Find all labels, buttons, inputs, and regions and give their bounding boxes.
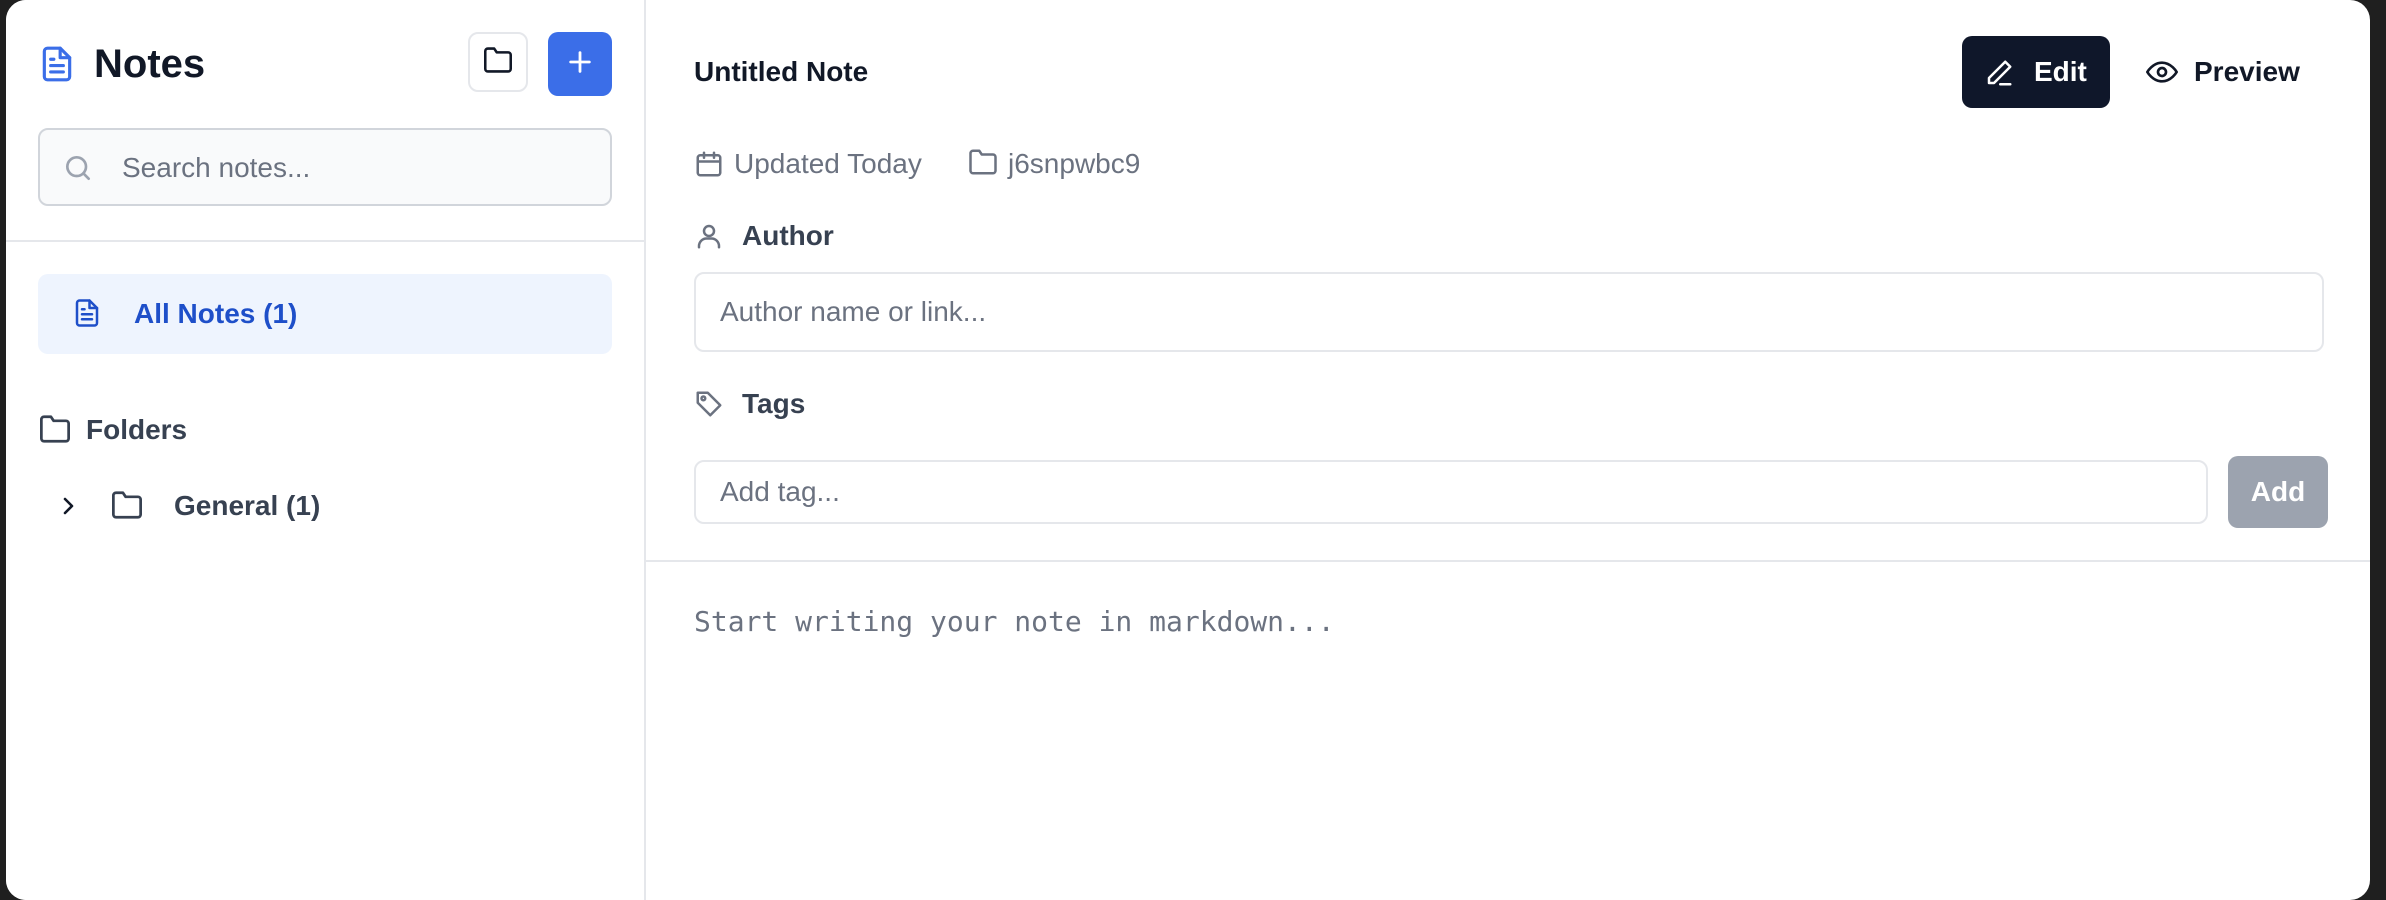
folder-id-label: j6snpwbc9	[1008, 148, 1141, 179]
folder-label: General (1)	[174, 490, 321, 521]
note-folder: j6snpwbc9	[968, 146, 1168, 182]
plus-icon	[566, 48, 594, 81]
updated-date: Updated Today	[694, 146, 954, 182]
document-icon	[38, 44, 76, 84]
folders-heading-label: Folders	[86, 414, 188, 445]
add-tag-button[interactable]: Add	[2228, 456, 2328, 528]
new-note-button[interactable]	[548, 32, 612, 96]
tags-label: Tags	[742, 388, 806, 419]
search-icon	[62, 152, 94, 184]
divider	[646, 560, 2370, 562]
user-icon	[694, 220, 724, 252]
folder-icon	[482, 46, 514, 79]
search-box	[38, 128, 612, 206]
note-editor: Untitled Note Edit Preview Updated Today…	[646, 0, 2370, 900]
folder-icon	[110, 490, 144, 520]
author-label: Author	[742, 220, 834, 251]
folder-icon	[38, 414, 72, 444]
markdown-editor[interactable]	[694, 602, 2324, 862]
search-input[interactable]	[120, 144, 594, 192]
new-folder-button[interactable]	[468, 32, 528, 92]
document-icon	[72, 296, 102, 330]
sidebar-header: Notes	[6, 0, 644, 242]
calendar-icon	[694, 148, 724, 180]
app-window: Notes Search notes... All Notes (1) Fold…	[6, 0, 2370, 900]
note-title[interactable]: Untitled Note	[694, 56, 868, 88]
eye-icon	[2146, 60, 2178, 84]
edit-mode-button[interactable]: Edit	[1962, 36, 2110, 108]
preview-label: Preview	[2194, 56, 2300, 87]
all-notes-label: All Notes (1)	[134, 298, 298, 329]
chevron-right-icon[interactable]	[56, 492, 80, 520]
folder-item-general[interactable]: General (1)	[38, 482, 612, 530]
author-field[interactable]	[694, 272, 2324, 352]
preview-mode-button[interactable]: Preview	[2146, 36, 2316, 108]
pencil-icon	[1984, 58, 2014, 88]
folder-icon	[968, 148, 998, 180]
app-title: Notes	[94, 42, 206, 86]
tag-icon	[694, 388, 724, 420]
updated-label: Updated Today	[734, 148, 922, 179]
nav-all-notes[interactable]: All Notes (1)	[38, 274, 612, 354]
edit-label: Edit	[2034, 56, 2087, 87]
sidebar: Notes Search notes... All Notes (1) Fold…	[6, 0, 646, 900]
tag-input[interactable]	[694, 460, 2208, 524]
